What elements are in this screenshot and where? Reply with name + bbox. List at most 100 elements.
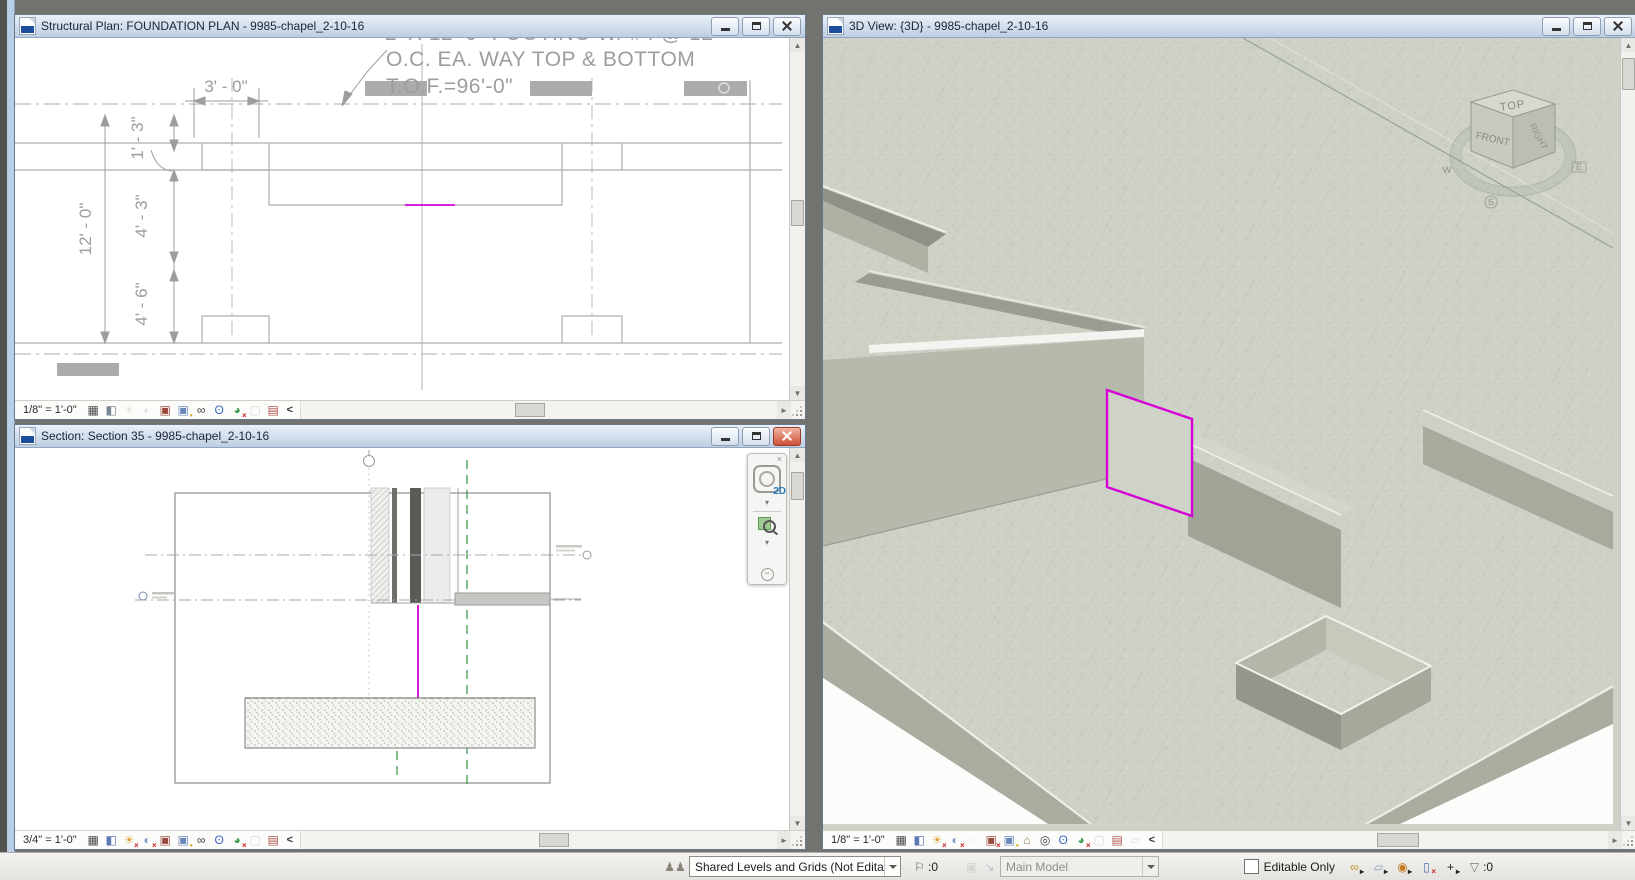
shadows-icon[interactable]: ◐ ×: [140, 833, 157, 849]
navigation-wheel-icon[interactable]: ◎: [1038, 833, 1053, 848]
compass-east[interactable]: E: [1576, 162, 1582, 172]
select-links-icon[interactable]: ∞ ▸: [1347, 859, 1364, 876]
plan-vscroll-thumb[interactable]: [791, 200, 804, 226]
navigation-bar[interactable]: × 2D ▾ ▾ −: [747, 453, 787, 585]
plan-minimize-button[interactable]: [711, 16, 739, 36]
plan-drawing-canvas[interactable]: 3' - 0" 1' - 3" 4' - 3" 4' - 6" 12' - 0"…: [15, 38, 790, 400]
section-vertical-scrollbar[interactable]: ▲ ▼: [790, 448, 805, 830]
design-options-dropdown[interactable]: Main Model: [1000, 856, 1160, 877]
drag-elements-on-selection-icon[interactable]: + ▸: [1443, 859, 1460, 876]
3d-titlebar[interactable]: 3D View: {3D} - 9985-chapel_2-10-16: [823, 15, 1635, 38]
sun-path-icon[interactable]: ☀: [122, 403, 137, 418]
sun-path-icon[interactable]: ☀ ×: [122, 833, 139, 849]
show-crop-region-icon[interactable]: ▣ •: [1002, 833, 1018, 849]
plan-hscroll-right-arrow[interactable]: ►: [777, 401, 791, 419]
temporary-hide-isolate-icon[interactable]: ∞: [194, 833, 209, 848]
plan-vertical-scrollbar[interactable]: ▲ ▼: [790, 38, 805, 400]
3d-close-button[interactable]: [1604, 16, 1632, 36]
shadows-icon[interactable]: ◐ ×: [948, 833, 965, 849]
select-elements-by-face-icon[interactable]: ▯ ×: [1419, 859, 1436, 876]
show-rendering-icon[interactable]: ◌: [966, 833, 981, 848]
unlocked-3d-view-icon[interactable]: ⌂: [1020, 833, 1035, 848]
section-drawing-canvas[interactable]: × 2D ▾ ▾ −: [15, 448, 790, 830]
plan-hscroll-thumb[interactable]: [515, 403, 546, 417]
viewbar-expand-icon[interactable]: <: [287, 404, 293, 416]
visual-style-icon[interactable]: ◧: [104, 833, 119, 848]
show-crop-region-icon[interactable]: ▣ •: [176, 403, 192, 419]
section-vscroll-thumb[interactable]: [791, 472, 804, 500]
3d-resize-grip[interactable]: [1622, 831, 1635, 849]
3d-minimize-button[interactable]: [1542, 16, 1570, 36]
plan-scale[interactable]: 1/8" = 1'-0": [23, 404, 77, 416]
crop-view-icon[interactable]: ▣ ×: [984, 833, 1000, 849]
compass-west[interactable]: W: [1443, 165, 1452, 175]
worksharing-display-icon[interactable]: ◕ ×: [230, 833, 247, 849]
worksharing-display-icon[interactable]: ◕ ×: [1074, 833, 1091, 849]
3d-scale[interactable]: 1/8" = 1'-0": [831, 834, 885, 846]
section-restore-button[interactable]: [742, 426, 770, 446]
editing-requests-icon[interactable]: ⚐: [912, 859, 927, 874]
compass-south[interactable]: S: [1488, 197, 1494, 207]
section-close-button[interactable]: [773, 426, 801, 446]
worksets-icon[interactable]: ♟♟: [664, 858, 686, 876]
editable-only-checkbox[interactable]: [1243, 859, 1259, 874]
crop-view-icon[interactable]: ▣: [158, 403, 173, 418]
plan-restore-button[interactable]: [742, 16, 770, 36]
show-crop-region-icon[interactable]: ▣ •: [176, 833, 192, 849]
navbar-close-icon[interactable]: ×: [777, 454, 786, 464]
3d-horizontal-scrollbar[interactable]: [1162, 831, 1608, 849]
dropdown-caret-icon[interactable]: [1142, 857, 1158, 876]
section-hscroll-thumb[interactable]: [539, 833, 570, 847]
viewbar-expand-icon[interactable]: <: [287, 834, 293, 846]
viewbar-expand-icon[interactable]: <: [1149, 834, 1155, 846]
3d-vscroll-thumb[interactable]: [1622, 58, 1635, 90]
3d-hscroll-right-arrow[interactable]: ►: [1608, 831, 1622, 849]
zoom-region-icon[interactable]: [758, 515, 776, 533]
plan-titlebar[interactable]: Structural Plan: FOUNDATION PLAN - 9985-…: [15, 15, 805, 38]
temporary-hide-isolate-icon[interactable]: ∞: [194, 403, 209, 418]
reveal-hidden-elements-icon[interactable]: ʘ: [212, 403, 227, 418]
displacement-sets-icon[interactable]: ▢: [248, 833, 263, 848]
3d-vertical-scrollbar[interactable]: ▲ ▼: [1621, 38, 1635, 830]
detail-level-icon[interactable]: ▦: [86, 403, 101, 418]
active-workset-dropdown[interactable]: Shared Levels and Grids (Not Editab: [689, 856, 901, 877]
section-titlebar[interactable]: Section: Section 35 - 9985-chapel_2-10-1…: [15, 425, 805, 448]
reveal-constraints-icon[interactable]: ▤: [266, 403, 281, 418]
select-pinned-elements-icon[interactable]: ◉ ▸: [1395, 859, 1412, 876]
reveal-hidden-elements-icon[interactable]: ʘ: [1056, 833, 1071, 848]
plan-resize-grip[interactable]: [791, 401, 805, 419]
worksharing-display-icon[interactable]: ◕ ×: [230, 403, 247, 419]
detail-level-icon[interactable]: ▦: [894, 833, 909, 848]
reveal-constraints-icon[interactable]: ▤: [1110, 833, 1125, 848]
displacement-sets-icon[interactable]: ▢: [1092, 833, 1107, 848]
sun-path-icon[interactable]: ☀ ×: [930, 833, 947, 849]
zoom-options-caret-icon[interactable]: ▾: [765, 538, 769, 547]
crop-view-icon[interactable]: ▣: [158, 833, 173, 848]
select-underlay-elements-icon[interactable]: ▱ ▸: [1371, 859, 1388, 876]
section-hscroll-right-arrow[interactable]: ►: [777, 831, 791, 849]
active-design-option-icon[interactable]: ▣: [964, 859, 979, 874]
plan-horizontal-scrollbar[interactable]: [300, 401, 777, 419]
navigation-wheel-2d-icon[interactable]: 2D: [753, 465, 786, 497]
shadows-icon[interactable]: ◐: [140, 403, 155, 418]
3d-restore-button[interactable]: [1573, 16, 1601, 36]
section-resize-grip[interactable]: [791, 831, 805, 849]
highlight-displacement-icon[interactable]: ▱: [1128, 833, 1143, 848]
section-minimize-button[interactable]: [711, 426, 739, 446]
wheel-options-caret-icon[interactable]: ▾: [765, 498, 769, 507]
dropdown-caret-icon[interactable]: [884, 857, 900, 876]
visual-style-icon[interactable]: ◧: [104, 403, 119, 418]
navbar-collapse-icon[interactable]: −: [760, 568, 774, 581]
detail-level-icon[interactable]: ▦: [86, 833, 101, 848]
section-scale[interactable]: 3/4" = 1'-0": [23, 834, 77, 846]
3d-hscroll-thumb[interactable]: [1376, 833, 1419, 847]
visual-style-icon[interactable]: ◧: [912, 833, 927, 848]
plan-close-button[interactable]: [773, 16, 801, 36]
displacement-sets-icon[interactable]: ▢: [248, 403, 263, 418]
reveal-hidden-elements-icon[interactable]: ʘ: [212, 833, 227, 848]
add-to-design-option-set-icon[interactable]: ↘: [982, 859, 997, 874]
3d-view-canvas[interactable]: S E W TOP FRONT RIGHT: [823, 38, 1621, 830]
selection-filter-icon[interactable]: ▽: [1467, 859, 1482, 874]
section-horizontal-scrollbar[interactable]: [300, 831, 777, 849]
reveal-constraints-icon[interactable]: ▤: [266, 833, 281, 848]
